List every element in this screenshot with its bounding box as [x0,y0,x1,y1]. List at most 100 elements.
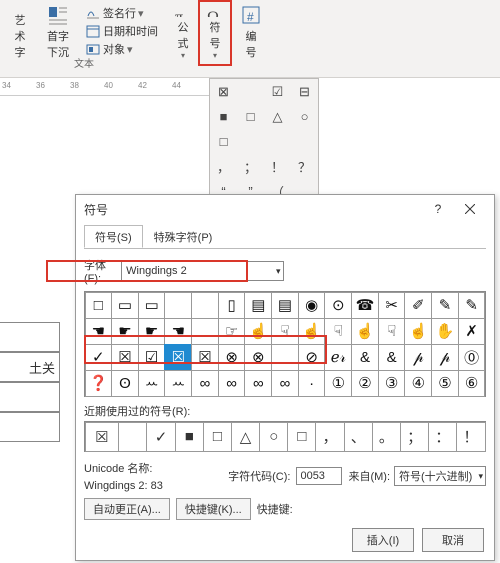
dropdown-symbol-cell[interactable] [291,129,318,154]
signature-button[interactable]: 签名行▾ [84,4,160,22]
grid-symbol-cell[interactable]: ∞ [218,370,246,397]
number-button[interactable]: # 编号 [236,2,266,62]
dropdown-symbol-cell[interactable]: □ [237,104,264,129]
grid-symbol-cell[interactable]: ❓ [85,370,113,397]
svg-text:A: A [10,6,23,10]
shortcut-button[interactable]: 快捷键(K)... [176,498,251,520]
recent-symbol-cell[interactable]: ； [400,422,429,452]
grid-symbol-cell[interactable]: ▯ [218,292,246,319]
grid-symbol-cell[interactable]: ☟ [378,318,406,345]
doc-cell[interactable] [0,412,60,442]
grid-symbol-cell[interactable]: ③ [378,370,406,397]
datetime-button[interactable]: 日期和时间 [84,22,160,40]
doc-cell[interactable]: 土关 [0,352,60,382]
grid-symbol-cell[interactable]: ∞ [191,370,219,397]
dropdown-symbol-cell[interactable]: ， [210,154,237,179]
tab-special-chars[interactable]: 特殊字符(P) [143,225,224,248]
dropdown-symbol-cell[interactable] [237,79,264,104]
grid-symbol-cell[interactable]: & [378,344,406,371]
dropdown-symbol-cell[interactable]: ⊟ [291,79,318,104]
ruler-tick: 44 [172,81,181,90]
grid-symbol-cell[interactable]: ✋ [431,318,459,345]
grid-symbol-cell[interactable]: 𝓅 [431,344,459,371]
grid-symbol-cell[interactable] [164,292,192,319]
grid-symbol-cell[interactable]: ☎ [351,292,379,319]
recent-symbol-cell[interactable]: ○ [259,422,288,452]
grid-symbol-cell[interactable]: ℯ𝓇 [324,344,352,371]
dropdown-symbol-cell[interactable] [264,129,291,154]
insert-button[interactable]: 插入(I) [352,528,414,552]
cancel-button[interactable]: 取消 [422,528,484,552]
grid-symbol-cell[interactable]: ☟ [324,318,352,345]
grid-symbol-cell[interactable]: ② [351,370,379,397]
recent-symbol-cell[interactable]: △ [231,422,260,452]
grid-symbol-cell[interactable]: ☝ [351,318,379,345]
dropcap-button[interactable]: 首字下沉 [36,2,80,62]
ruler: 34 36 38 40 42 44 [0,78,210,96]
dialog-help-button[interactable]: ? [422,195,454,223]
grid-symbol-cell[interactable]: ☝ [404,318,432,345]
grid-symbol-cell[interactable]: ▤ [271,292,299,319]
recent-symbol-cell[interactable]: ■ [175,422,204,452]
grid-symbol-cell[interactable]: ▭ [111,292,139,319]
dialog-close-button[interactable] [454,195,486,223]
dropdown-symbol-cell[interactable] [237,129,264,154]
grid-symbol-cell[interactable]: ✗ [458,318,486,345]
grid-symbol-cell[interactable]: ⑥ [458,370,486,397]
doc-cell[interactable] [0,322,60,352]
dialog-title: 符号 [84,201,108,218]
grid-symbol-cell[interactable]: ✐ [404,292,432,319]
grid-symbol-cell[interactable]: ✂ [378,292,406,319]
dropdown-symbol-cell[interactable]: △ [264,104,291,129]
dropdown-symbol-cell[interactable]: ○ [291,104,318,129]
from-combo[interactable]: 符号(十六进制)▾ [394,466,486,486]
font-combo[interactable]: Wingdings 2 ▾ [121,261,283,281]
dropdown-symbol-cell[interactable]: ？ [291,154,318,179]
grid-symbol-cell[interactable]: ▭ [138,292,166,319]
grid-symbol-cell[interactable]: ④ [404,370,432,397]
grid-symbol-cell[interactable]: ∞ [244,370,272,397]
recent-symbol-cell[interactable]: 。 [372,422,401,452]
autocorrect-button[interactable]: 自动更正(A)... [84,498,170,520]
dropdown-symbol-cell[interactable]: ； [237,154,264,179]
recent-symbol-cell[interactable]: ✓ [146,422,175,452]
recent-symbol-cell[interactable] [118,422,147,452]
grid-symbol-cell[interactable]: ⓪ [458,344,486,371]
recent-symbol-cell[interactable]: □ [287,422,316,452]
grid-symbol-cell[interactable]: ✎ [431,292,459,319]
grid-symbol-cell[interactable]: · [298,370,326,397]
recent-symbol-cell[interactable]: ： [428,422,457,452]
recent-symbol-cell[interactable]: ！ [456,422,485,452]
wordart-button[interactable]: A 艺术字 [4,2,36,62]
grid-symbol-cell[interactable]: ✎ [458,292,486,319]
recent-symbol-cell[interactable]: ， [315,422,344,452]
doc-cell[interactable] [0,382,60,412]
recent-symbol-cell[interactable]: 、 [344,422,373,452]
dropdown-symbol-cell[interactable]: ⊠ [210,79,237,104]
grid-symbol-cell[interactable]: ⑤ [431,370,459,397]
grid-symbol-cell[interactable]: □ [85,292,113,319]
grid-symbol-cell[interactable]: ◉ [298,292,326,319]
tab-symbols[interactable]: 符号(S) [84,225,143,248]
grid-symbol-cell[interactable]: ① [324,370,352,397]
grid-symbol-cell[interactable]: ∞ [271,370,299,397]
recent-symbol-cell[interactable]: □ [203,422,232,452]
dropdown-symbol-cell[interactable]: ☑ [264,79,291,104]
grid-symbol-cell[interactable]: ꕀ [164,370,192,397]
grid-symbol-cell[interactable]: ʘ [111,370,139,397]
equation-button[interactable]: π 公式 ▾ [168,2,198,62]
datetime-label: 日期和时间 [103,23,158,39]
close-icon [465,204,475,214]
recent-symbol-cell[interactable]: ☒ [85,422,120,452]
dropdown-symbol-cell[interactable]: ！ [264,154,291,179]
grid-symbol-cell[interactable]: & [351,344,379,371]
grid-symbol-cell[interactable]: 𝓅 [404,344,432,371]
grid-symbol-cell[interactable]: ⊙ [324,292,352,319]
grid-symbol-cell[interactable]: ꕀ [138,370,166,397]
grid-symbol-cell[interactable]: ▤ [244,292,272,319]
dropdown-symbol-cell[interactable]: ■ [210,104,237,129]
ruler-tick: 34 [2,81,11,90]
grid-symbol-cell[interactable] [191,292,219,319]
dropdown-symbol-cell[interactable]: □ [210,129,237,154]
code-input[interactable]: 0053 [296,467,342,485]
